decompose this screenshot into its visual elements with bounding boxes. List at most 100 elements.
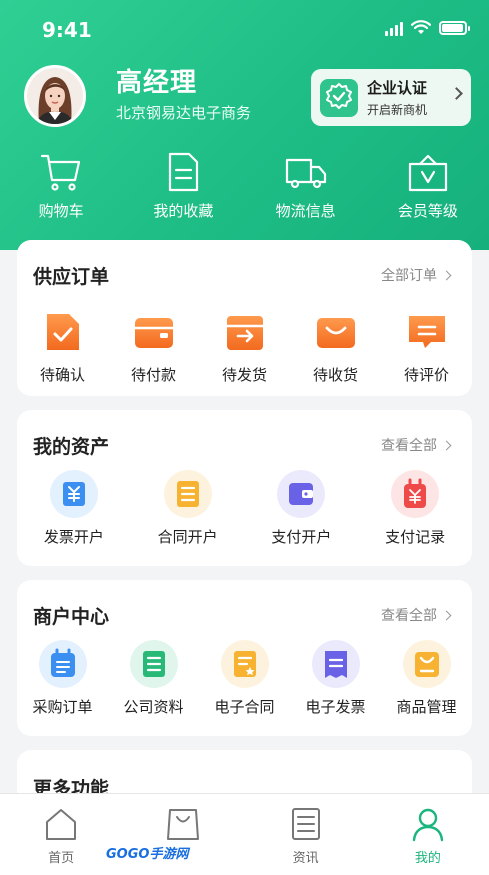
quick-link-logistics[interactable]: 物流信息: [245, 150, 367, 230]
status-bar: 9:41: [0, 0, 489, 60]
merchant-e-invoice[interactable]: 电子发票: [290, 640, 381, 717]
merchant-label: 采购订单: [32, 698, 93, 716]
asset-contract-account[interactable]: 合同开户: [131, 470, 245, 547]
comment-icon: [408, 316, 445, 348]
tab-label: 资讯: [292, 851, 319, 866]
chevron-right-icon: [441, 440, 452, 450]
profile-header: 9:41 高经理 北京钢易达电子商务 企业认证 开启新商机 购物车 我的收藏 物…: [0, 0, 489, 250]
purchase-order-icon: [38, 640, 87, 688]
assets-view-all-link[interactable]: 查看全部: [381, 435, 452, 455]
order-status-label: 待收货: [312, 366, 358, 384]
tab-label: 首页: [48, 851, 75, 866]
tab-news[interactable]: 资讯: [245, 794, 367, 875]
order-status-label: 待付款: [130, 366, 176, 384]
merchant-product-management[interactable]: 商品管理: [381, 640, 472, 717]
asset-label: 发票开户: [43, 528, 104, 546]
tab-home[interactable]: 首页: [0, 794, 122, 875]
news-icon: [291, 808, 320, 840]
merchant-purchase-orders[interactable]: 采购订单: [17, 640, 108, 717]
vip-icon: [408, 154, 447, 192]
section-title: 商户中心: [33, 606, 110, 628]
wallet-icon: [134, 318, 173, 348]
order-pending-shipment[interactable]: 待发货: [199, 308, 290, 385]
e-contract-icon: [220, 640, 269, 688]
merchant-company-info[interactable]: 公司资料: [108, 640, 199, 717]
asset-label: 支付开户: [271, 528, 332, 546]
supply-orders-card: 供应订单 全部订单 待确认 待付款 待发货 待收货 待评价: [17, 240, 472, 396]
asset-label: 支付记录: [385, 528, 446, 546]
order-status-row: 待确认 待付款 待发货 待收货 待评价: [17, 308, 472, 385]
tab-shop[interactable]: [122, 794, 244, 875]
order-pending-confirm[interactable]: 待确认: [17, 308, 108, 385]
all-orders-label: 全部订单: [381, 268, 437, 284]
quick-link-label: 我的收藏: [153, 202, 214, 220]
quick-link-label: 购物车: [38, 202, 84, 220]
cart-icon: [41, 154, 81, 191]
user-name: 高经理: [116, 68, 198, 98]
order-pending-payment[interactable]: 待付款: [108, 308, 199, 385]
order-status-label: 待发货: [221, 366, 267, 384]
tab-mine[interactable]: 我的: [367, 794, 489, 875]
chevron-right-icon: [441, 610, 452, 620]
chevron-right-icon: [450, 87, 463, 100]
wifi-icon: [411, 20, 431, 34]
merchant-e-contract[interactable]: 电子合同: [199, 640, 290, 717]
signal-icon: [385, 20, 403, 36]
order-status-label: 待确认: [39, 366, 85, 384]
merchant-center-card: 商户中心 查看全部 采购订单 公司资料 电子合同 电子发票 商品管理: [17, 580, 472, 736]
receive-box-icon: [316, 318, 355, 348]
view-all-label: 查看全部: [381, 608, 437, 624]
merchant-label: 公司资料: [123, 698, 184, 716]
tab-label: 我的: [414, 851, 441, 866]
quick-links: 购物车 我的收藏 物流信息 会员等级: [0, 150, 489, 230]
merchant-view-all-link[interactable]: 查看全部: [381, 605, 452, 625]
home-icon: [46, 809, 77, 840]
ship-icon: [226, 316, 263, 350]
asset-payment-records[interactable]: 支付记录: [358, 470, 472, 547]
asset-payment-account[interactable]: 支付开户: [245, 470, 359, 547]
chevron-right-icon: [441, 270, 452, 280]
quick-link-cart[interactable]: 购物车: [0, 150, 122, 230]
quick-link-label: 会员等级: [397, 202, 458, 220]
e-invoice-icon: [311, 640, 360, 688]
company-name: 北京钢易达电子商务: [116, 104, 252, 122]
contract-icon: [163, 470, 212, 518]
assets-row: 发票开户 合同开户 支付开户 支付记录: [17, 470, 472, 547]
battery-icon: [439, 21, 470, 35]
profile-icon: [412, 808, 444, 842]
certification-text: 企业认证 开启新商机: [367, 77, 427, 118]
quick-link-label: 物流信息: [275, 202, 336, 220]
quick-link-favorites[interactable]: 我的收藏: [122, 150, 244, 230]
order-pending-receipt[interactable]: 待收货: [290, 308, 381, 385]
section-title: 我的资产: [33, 436, 110, 458]
certification-subtitle: 开启新商机: [367, 103, 428, 117]
confirm-icon: [46, 314, 79, 350]
status-time: 9:41: [42, 18, 92, 42]
invoice-yen-icon: [49, 470, 98, 518]
order-pending-review[interactable]: 待评价: [381, 308, 472, 385]
merchant-label: 商品管理: [396, 698, 457, 716]
product-manage-icon: [402, 640, 451, 688]
shopping-bag-icon: [167, 809, 200, 840]
merchant-label: 电子发票: [305, 698, 366, 716]
asset-invoice-account[interactable]: 发票开户: [17, 470, 131, 547]
bottom-tab-bar: 首页 资讯 我的: [0, 793, 489, 875]
enterprise-certification-card[interactable]: 企业认证 开启新商机: [311, 69, 471, 126]
certification-title: 企业认证: [367, 79, 428, 97]
order-status-label: 待评价: [403, 366, 449, 384]
avatar[interactable]: [24, 65, 86, 127]
merchant-row: 采购订单 公司资料 电子合同 电子发票 商品管理: [17, 640, 472, 717]
asset-label: 合同开户: [157, 528, 218, 546]
quick-link-membership[interactable]: 会员等级: [367, 150, 489, 230]
all-orders-link[interactable]: 全部订单: [381, 265, 452, 285]
my-assets-card: 我的资产 查看全部 发票开户 合同开户 支付开户 支付记录: [17, 410, 472, 566]
wallet-card-icon: [277, 470, 326, 518]
view-all-label: 查看全部: [381, 438, 437, 454]
watermark-logo: GOGO手游网: [106, 847, 189, 862]
verified-badge-icon: [320, 78, 358, 117]
payment-record-icon: [391, 470, 440, 518]
section-title: 供应订单: [33, 266, 110, 288]
merchant-label: 电子合同: [214, 698, 275, 716]
truck-icon: [285, 158, 326, 189]
company-info-icon: [129, 640, 178, 688]
